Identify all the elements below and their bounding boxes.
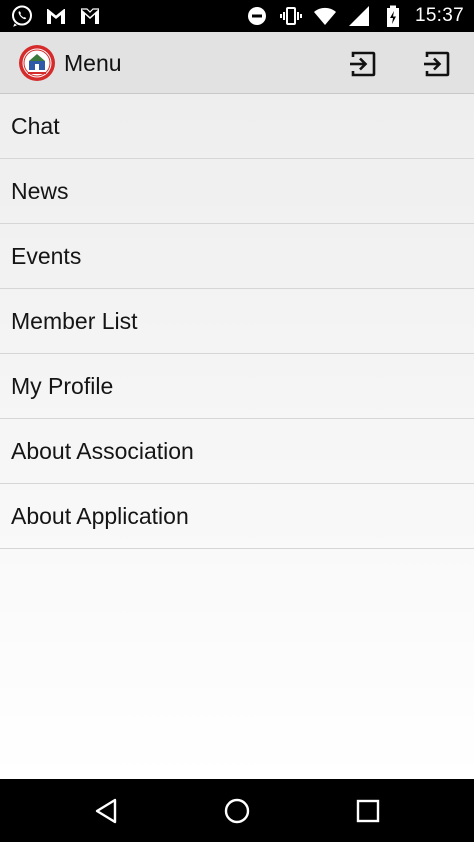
association-emblem-icon[interactable]	[18, 44, 56, 82]
menu-item-chat[interactable]: Chat	[0, 94, 474, 159]
logout-button[interactable]	[422, 49, 452, 79]
status-time: 15:37	[414, 5, 464, 26]
status-bar-notifications	[10, 4, 102, 28]
back-icon	[91, 796, 121, 826]
home-icon	[222, 796, 252, 826]
back-button[interactable]	[91, 796, 121, 826]
menu-item-my-profile[interactable]: My Profile	[0, 354, 474, 419]
wifi-icon	[313, 4, 337, 28]
gmail-icon	[44, 4, 68, 28]
home-button[interactable]	[222, 796, 252, 826]
battery-charging-icon	[381, 4, 405, 28]
exit-button[interactable]	[348, 49, 378, 79]
app-bar: Menu	[0, 32, 474, 94]
exit-to-app-icon	[348, 49, 378, 79]
menu-list: Chat News Events Member List My Profile …	[0, 94, 474, 779]
do-not-disturb-icon	[245, 4, 269, 28]
exit-to-app-icon	[422, 49, 452, 79]
status-bar: 15:37	[0, 0, 474, 32]
whatsapp-icon	[10, 4, 34, 28]
recents-icon	[353, 796, 383, 826]
navigation-bar	[0, 779, 474, 842]
recents-button[interactable]	[353, 796, 383, 826]
menu-item-about-association[interactable]: About Association	[0, 419, 474, 484]
menu-item-about-application[interactable]: About Application	[0, 484, 474, 549]
status-bar-system: 15:37	[245, 4, 464, 28]
mail-m-icon	[78, 4, 102, 28]
menu-item-news[interactable]: News	[0, 159, 474, 224]
signal-icon	[347, 4, 371, 28]
vibrate-icon	[279, 4, 303, 28]
menu-item-events[interactable]: Events	[0, 224, 474, 289]
page-title: Menu	[64, 50, 122, 76]
menu-item-member-list[interactable]: Member List	[0, 289, 474, 354]
